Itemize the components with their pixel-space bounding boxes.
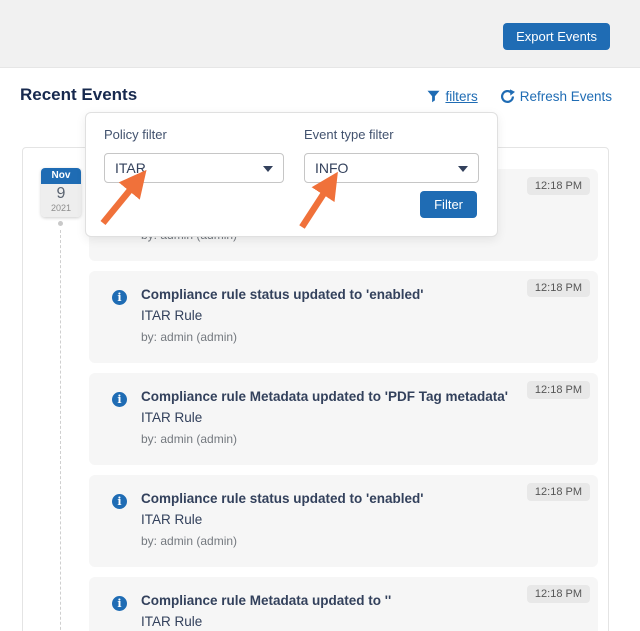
date-badge-month: Nov	[41, 168, 81, 184]
event-author: by: admin (admin)	[141, 330, 237, 344]
export-events-button[interactable]: Export Events	[503, 23, 610, 50]
refresh-events-link[interactable]: Refresh Events	[500, 89, 612, 104]
event-card: 12:18 PM i Compliance rule status update…	[89, 475, 598, 567]
policy-filter-value: ITAR	[115, 160, 146, 176]
chevron-down-icon	[263, 166, 273, 172]
page-title: Recent Events	[20, 85, 137, 105]
event-title: Compliance rule status updated to 'enabl…	[141, 491, 423, 506]
filter-button[interactable]: Filter	[420, 191, 477, 218]
policy-filter-label: Policy filter	[104, 127, 167, 142]
refresh-link-label: Refresh Events	[520, 89, 612, 104]
policy-filter-select[interactable]: ITAR	[104, 153, 284, 183]
refresh-icon	[500, 89, 515, 104]
event-card: 12:18 PM i Compliance rule Metadata upda…	[89, 373, 598, 465]
event-type-filter-label: Event type filter	[304, 127, 394, 142]
info-icon: i	[112, 392, 127, 407]
info-icon: i	[112, 596, 127, 611]
timeline-dot	[58, 221, 63, 226]
page: Export Events Recent Events filters Refr…	[0, 0, 640, 631]
event-title: Compliance rule status updated to 'enabl…	[141, 287, 423, 302]
event-title: Compliance rule Metadata updated to ''	[141, 593, 391, 608]
event-author: by: admin (admin)	[141, 432, 237, 446]
date-badge: Nov 9 2021	[41, 168, 81, 217]
event-author: by: admin (admin)	[141, 534, 237, 548]
event-rule-name: ITAR Rule	[141, 410, 202, 425]
event-card: 12:18 PM i Compliance rule Metadata upda…	[89, 577, 598, 631]
event-title: Compliance rule Metadata updated to 'PDF…	[141, 389, 508, 404]
event-rule-name: ITAR Rule	[141, 512, 202, 527]
events-list: 12:18 PM i by: admin (admin) 12:18 PM i …	[89, 169, 598, 631]
toolbar-links: filters Refresh Events	[427, 89, 612, 104]
filters-link-label: filters	[445, 89, 477, 104]
event-rule-name: ITAR Rule	[141, 614, 202, 629]
filter-popup: Policy filter ITAR Event type filter INF…	[85, 112, 498, 237]
chevron-down-icon	[458, 166, 468, 172]
event-type-filter-value: INFO	[315, 160, 348, 176]
date-badge-day: 9	[41, 185, 81, 203]
event-timestamp: 12:18 PM	[527, 279, 590, 297]
top-header: Export Events	[0, 0, 640, 68]
info-icon: i	[112, 290, 127, 305]
info-icon: i	[112, 494, 127, 509]
event-card: 12:18 PM i Compliance rule status update…	[89, 271, 598, 363]
event-type-filter-select[interactable]: INFO	[304, 153, 479, 183]
filter-funnel-icon	[427, 90, 440, 103]
event-timestamp: 12:18 PM	[527, 585, 590, 603]
filters-link[interactable]: filters	[427, 89, 477, 104]
event-timestamp: 12:18 PM	[527, 177, 590, 195]
event-rule-name: ITAR Rule	[141, 308, 202, 323]
event-timestamp: 12:18 PM	[527, 381, 590, 399]
timeline-line	[60, 230, 61, 631]
date-badge-body: 9 2021	[41, 184, 81, 217]
date-badge-year: 2021	[41, 203, 81, 213]
event-timestamp: 12:18 PM	[527, 483, 590, 501]
